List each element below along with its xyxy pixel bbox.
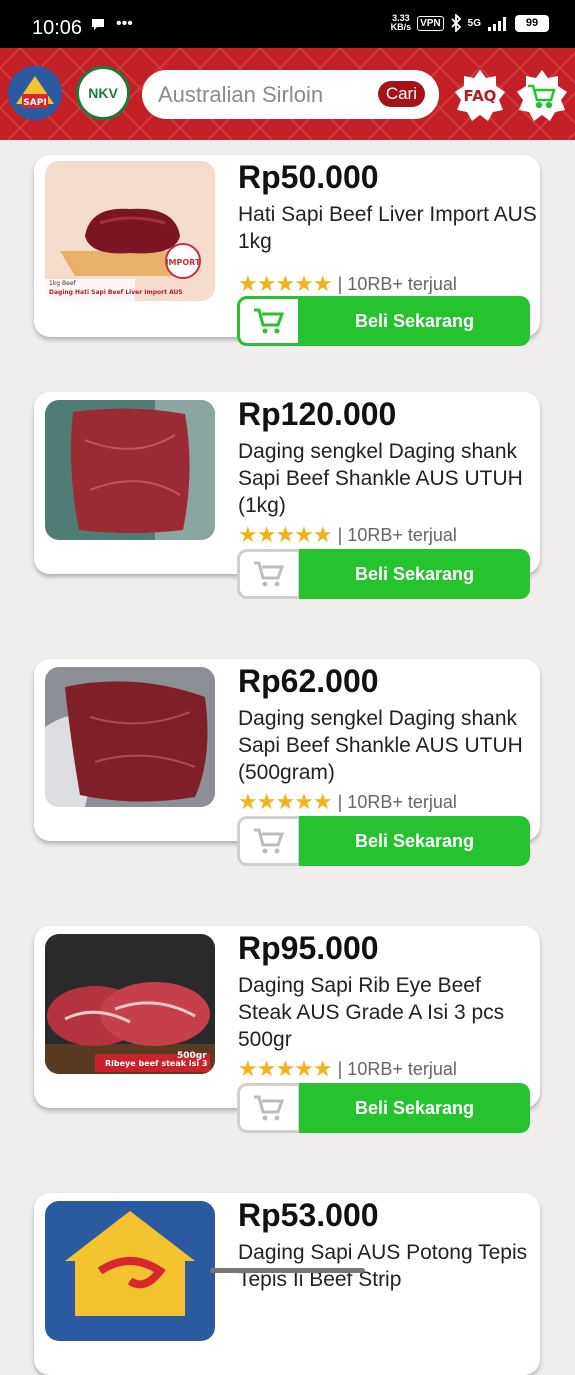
- net-speed: 3.33 KB/s: [390, 13, 412, 32]
- product-image[interactable]: Ribeye beef steak isi 3 500gr: [45, 934, 215, 1074]
- buy-now-button[interactable]: Beli Sekarang: [299, 1083, 530, 1133]
- product-card[interactable]: Rp62.000 Daging sengkel Daging shank Sap…: [34, 659, 540, 866]
- svg-text:IMPORT: IMPORT: [166, 258, 201, 267]
- status-time: 10:06: [32, 17, 83, 39]
- cart-icon: [254, 828, 285, 854]
- app-header: SAPI NKV Australian Sirloin Cari FAQ: [0, 48, 575, 140]
- star-rating-icon: ★★★★★: [238, 1056, 333, 1081]
- nkv-logo: NKV: [76, 66, 130, 120]
- sold-count: | 10RB+ terjual: [337, 1058, 457, 1079]
- svg-text:1kg Beef: 1kg Beef: [49, 280, 77, 287]
- search-input-value: Australian Sirloin: [158, 82, 324, 107]
- buy-now-button[interactable]: Beli Sekarang: [299, 816, 530, 866]
- notification-icons: •••: [90, 16, 133, 32]
- svg-text:Daging Hati Sapi Beef Liver Im: Daging Hati Sapi Beef Liver Import AUS: [49, 289, 183, 296]
- add-to-cart-button[interactable]: [237, 549, 301, 599]
- product-rating: ★★★★★ | 10RB+ terjual: [238, 1056, 457, 1082]
- product-card[interactable]: Rp53.000 Daging Sapi AUS Potong Tepis Te…: [34, 1193, 540, 1375]
- svg-text:500gr: 500gr: [177, 1051, 207, 1061]
- more-dots-icon: •••: [116, 15, 133, 32]
- gesture-bar: [210, 1268, 365, 1273]
- sold-count: | 10RB+ terjual: [337, 791, 457, 812]
- bluetooth-icon: [451, 14, 461, 32]
- sold-count: | 10RB+ terjual: [337, 524, 457, 545]
- product-price: Rp50.000: [238, 159, 379, 195]
- product-image[interactable]: [45, 667, 215, 807]
- product-title[interactable]: Daging sengkel Daging shank Sapi Beef Sh…: [238, 705, 538, 786]
- status-bar: 10:06 ••• 3.33 KB/s VPN 5G 99: [0, 0, 575, 48]
- cart-icon: [254, 561, 285, 587]
- battery-icon: 99: [515, 14, 549, 32]
- star-rating-icon: ★★★★★: [238, 789, 333, 814]
- product-card[interactable]: IMPORT 1kg Beef Daging Hati Sapi Beef Li…: [34, 155, 540, 346]
- product-rating: ★★★★★ | 10RB+ terjual: [238, 271, 457, 297]
- cart-icon: [254, 1095, 285, 1121]
- signal-icon: [488, 17, 506, 31]
- faq-button[interactable]: FAQ: [452, 68, 508, 124]
- product-title[interactable]: Daging Sapi Rib Eye Beef Steak AUS Grade…: [238, 972, 538, 1053]
- buy-now-button[interactable]: Beli Sekarang: [299, 549, 530, 599]
- product-title[interactable]: Daging Sapi AUS Potong Tepis Tepis Ii Be…: [238, 1239, 538, 1293]
- cart-button[interactable]: [514, 68, 570, 124]
- product-price: Rp53.000: [238, 1197, 379, 1233]
- buy-now-button[interactable]: Beli Sekarang: [299, 296, 530, 346]
- buy-row: Beli Sekarang: [237, 816, 530, 866]
- star-rating-icon: ★★★★★: [238, 271, 333, 296]
- product-card[interactable]: Rp120.000 Daging sengkel Daging shank Sa…: [34, 392, 540, 599]
- product-image[interactable]: IMPORT 1kg Beef Daging Hati Sapi Beef Li…: [45, 161, 215, 301]
- network-type: 5G: [467, 17, 481, 29]
- sold-count: | 10RB+ terjual: [337, 273, 457, 294]
- product-image[interactable]: [45, 1201, 215, 1341]
- buy-row: Beli Sekarang: [237, 1083, 530, 1133]
- product-price: Rp95.000: [238, 930, 379, 966]
- add-to-cart-button[interactable]: [237, 816, 301, 866]
- search-button[interactable]: Cari: [377, 81, 425, 107]
- product-rating: ★★★★★ | 10RB+ terjual: [238, 522, 457, 548]
- buy-row: Beli Sekarang: [237, 296, 530, 346]
- product-title[interactable]: Hati Sapi Beef Liver Import AUS 1kg: [238, 201, 538, 255]
- add-to-cart-button[interactable]: [237, 296, 301, 346]
- product-title[interactable]: Daging sengkel Daging shank Sapi Beef Sh…: [238, 438, 538, 519]
- chat-bubble-icon: [92, 19, 104, 30]
- svg-text:SAPI: SAPI: [23, 98, 46, 108]
- search-input[interactable]: Australian Sirloin Cari: [142, 70, 439, 119]
- product-card[interactable]: Ribeye beef steak isi 3 500gr Rp95.000 D…: [34, 926, 540, 1133]
- product-rating: ★★★★★ | 10RB+ terjual: [238, 789, 457, 815]
- cart-icon: [254, 308, 285, 334]
- store-logo-icon[interactable]: SAPI: [6, 64, 64, 122]
- status-indicators: 3.33 KB/s VPN 5G 99: [391, 14, 549, 32]
- vpn-badge: VPN: [417, 15, 444, 31]
- svg-text:FAQ: FAQ: [464, 87, 497, 105]
- product-price: Rp120.000: [238, 396, 397, 432]
- star-rating-icon: ★★★★★: [238, 522, 333, 547]
- product-image[interactable]: [45, 400, 215, 540]
- buy-row: Beli Sekarang: [237, 549, 530, 599]
- add-to-cart-button[interactable]: [237, 1083, 301, 1133]
- product-price: Rp62.000: [238, 663, 379, 699]
